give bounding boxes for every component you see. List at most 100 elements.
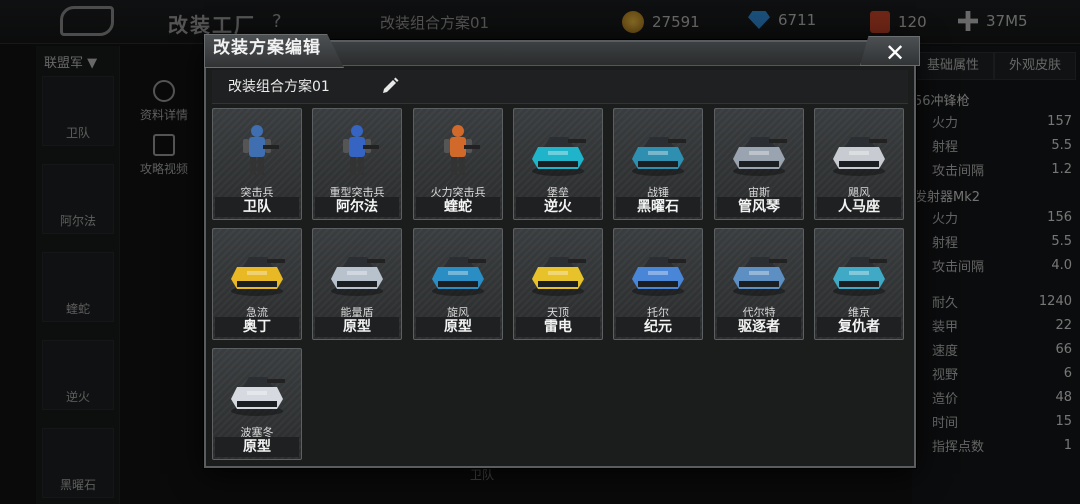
add-value: 37M5 [986, 12, 1028, 30]
unit-name: 原型 [416, 317, 500, 337]
unit-card[interactable]: 能量盾 原型 [312, 228, 402, 340]
pencil-icon[interactable] [380, 76, 400, 96]
unit-name: 管风琴 [717, 197, 801, 217]
stat-value: 48 [1055, 389, 1072, 405]
sidebar-unit[interactable]: 卫队 [42, 76, 114, 146]
video-button[interactable]: 攻略视频 [140, 134, 188, 177]
sidebar-unit[interactable]: 蝰蛇 [42, 252, 114, 322]
unit-card[interactable]: 维京 复仇者 [814, 228, 904, 340]
unit-name: 奥丁 [215, 317, 299, 337]
stat-row: 火力 156 [932, 206, 1072, 228]
stat-label: 视野 [932, 367, 959, 383]
dialog-title: 改装方案编辑 [213, 38, 321, 58]
gold-counter: 27591 [622, 11, 700, 33]
magnifier-icon [153, 80, 175, 102]
stat-label: 火力 [932, 211, 959, 227]
unit-name: 阿尔法 [315, 197, 399, 217]
add-counter[interactable]: 37M5 [958, 11, 1028, 31]
unit-name: 人马座 [817, 197, 901, 217]
stat-value: 1 [1063, 437, 1072, 453]
stat-value: 5.5 [1051, 137, 1072, 153]
vehicle-icon [733, 137, 787, 176]
plan-name-row: 改装组合方案01 [212, 70, 908, 104]
unit-name: 蝰蛇 [416, 197, 500, 217]
sidebar-unit-label: 逆火 [65, 390, 90, 404]
unit-card[interactable]: 宙斯 管风琴 [714, 108, 804, 220]
unit-card[interactable]: 火力突击兵 蝰蛇 [413, 108, 503, 220]
unit-name: 雷电 [516, 317, 600, 337]
info-button[interactable]: 资料详情 [140, 80, 188, 123]
fuel-value: 120 [898, 13, 927, 31]
soldier-icon [444, 125, 480, 175]
vehicle-icon [432, 257, 486, 296]
tab-skins[interactable]: 外观皮肤 [994, 52, 1076, 80]
fuel-counter: 120 [870, 11, 927, 33]
stat-label: 速度 [932, 343, 959, 359]
stat-value: 15 [1055, 413, 1072, 429]
stat-row: 攻击间隔 4.0 [932, 254, 1072, 276]
stat-row: 时间 15 [932, 410, 1072, 432]
vehicle-icon [833, 137, 887, 176]
tab-basic[interactable]: 基础属性 [912, 52, 994, 80]
unit-card[interactable]: 堡垒 逆火 [513, 108, 603, 220]
unit-name: 纪元 [616, 317, 700, 337]
gold-value: 27591 [652, 13, 700, 31]
diamond-value: 6711 [778, 11, 817, 29]
unit-card[interactable]: 托尔 纪元 [613, 228, 703, 340]
stat-row: 指挥点数 1 [932, 434, 1072, 456]
faction-filter[interactable]: 联盟军 ▼ [44, 52, 97, 71]
unit-card[interactable]: 战锤 黑曜石 [613, 108, 703, 220]
help-button[interactable]: ? [272, 11, 282, 32]
stat-row: 速度 66 [932, 338, 1072, 360]
vehicle-icon [231, 257, 285, 296]
close-button[interactable]: ✕ [860, 36, 920, 66]
soldier-icon [243, 125, 279, 175]
vehicle-icon [833, 257, 887, 296]
sidebar-unit[interactable]: 黑曜石 [42, 428, 114, 498]
back-logo-icon[interactable] [60, 6, 114, 36]
sidebar-unit[interactable]: 阿尔法 [42, 164, 114, 234]
weapon-1-title: 56冲锋枪 [914, 94, 970, 109]
unit-card[interactable]: 飓风 人马座 [814, 108, 904, 220]
unit-card[interactable]: 代尔特 驱逐者 [714, 228, 804, 340]
vehicle-icon [632, 257, 686, 296]
unit-name: 黑曜石 [616, 197, 700, 217]
stat-label: 指挥点数 [932, 439, 985, 455]
unit-card[interactable]: 重型突击兵 阿尔法 [312, 108, 402, 220]
sidebar-unit[interactable]: 逆火 [42, 340, 114, 410]
vehicle-icon [532, 137, 586, 176]
unit-name: 原型 [315, 317, 399, 337]
fuel-icon [870, 11, 890, 33]
unit-name: 卫队 [215, 197, 299, 217]
stat-label: 射程 [932, 139, 959, 155]
stat-row: 攻击间隔 1.2 [932, 158, 1072, 180]
stat-row: 射程 5.5 [932, 134, 1072, 156]
stat-row: 造价 48 [932, 386, 1072, 408]
vehicle-icon [532, 257, 586, 296]
unit-card[interactable]: 天顶 雷电 [513, 228, 603, 340]
dialog-title-tab: 改装方案编辑 [204, 34, 344, 68]
vehicle-icon [632, 137, 686, 176]
stat-label: 造价 [932, 391, 959, 407]
sidebar-unit-label: 卫队 [65, 126, 90, 140]
gold-coin-icon [622, 11, 644, 33]
unit-card[interactable]: 波塞冬 原型 [212, 348, 302, 460]
add-icon[interactable] [958, 11, 978, 31]
stat-value: 1240 [1038, 293, 1072, 309]
stat-label: 装甲 [932, 319, 959, 335]
sidebar-unit-label: 蝰蛇 [65, 302, 90, 316]
unit-name: 原型 [215, 437, 299, 457]
plan-selector[interactable]: 改装组合方案01 [380, 12, 489, 33]
close-icon[interactable]: ✕ [885, 39, 905, 66]
stat-row: 火力 157 [932, 110, 1072, 132]
diamond-icon [748, 11, 770, 29]
unit-card[interactable]: 突击兵 卫队 [212, 108, 302, 220]
unit-card[interactable]: 旋风 原型 [413, 228, 503, 340]
sidebar-unit-label: 黑曜石 [59, 478, 96, 492]
unit-name: 逆火 [516, 197, 600, 217]
stat-value: 156 [1047, 209, 1072, 225]
stat-label: 时间 [932, 415, 959, 431]
unit-card[interactable]: 急流 奥丁 [212, 228, 302, 340]
play-icon [153, 134, 175, 156]
stat-label: 攻击间隔 [932, 259, 985, 275]
